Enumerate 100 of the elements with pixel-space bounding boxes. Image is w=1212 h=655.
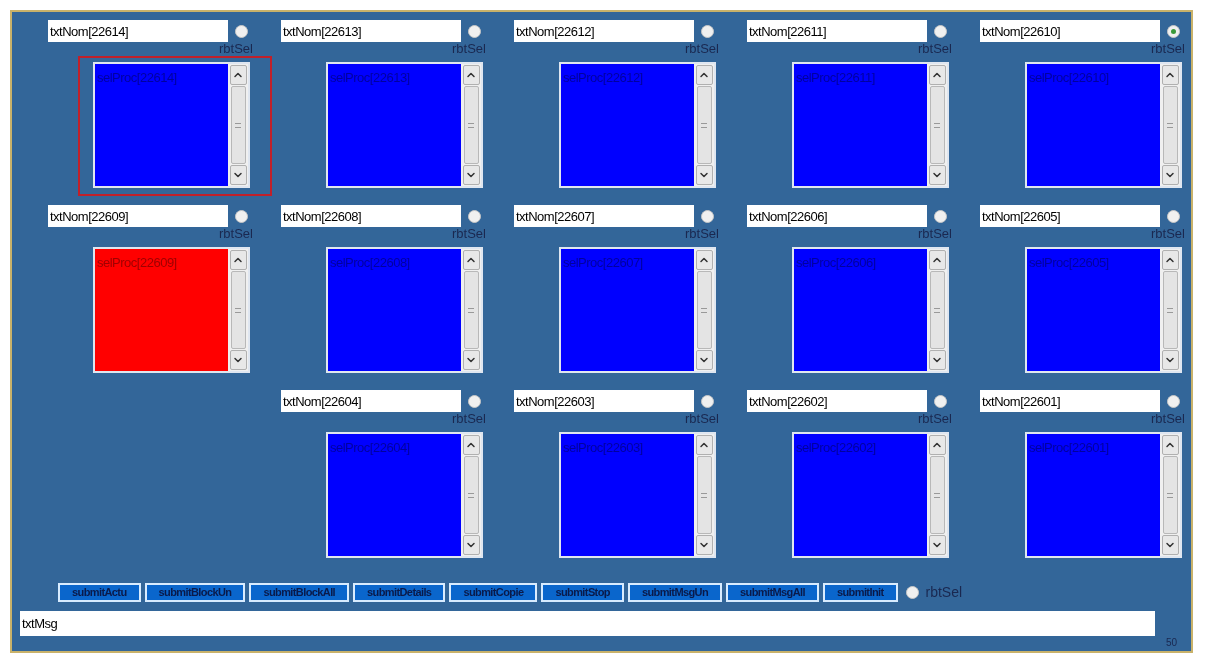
process-listbox[interactable]: selProc[22603]	[559, 432, 716, 558]
process-listbox[interactable]: selProc[22614]	[93, 62, 250, 188]
scroll-down-icon[interactable]	[928, 535, 946, 555]
scroll-up-icon[interactable]	[695, 250, 713, 270]
process-listbox[interactable]: selProc[22610]	[1025, 62, 1182, 188]
process-listbox[interactable]: selProc[22609]	[93, 247, 250, 373]
process-listbox[interactable]: selProc[22602]	[792, 432, 949, 558]
scroll-down-icon[interactable]	[462, 165, 480, 185]
scroll-up-icon[interactable]	[462, 65, 480, 85]
radio-button[interactable]	[701, 209, 714, 223]
scroll-thumb[interactable]	[463, 86, 479, 164]
name-field[interactable]: txtNom[22608]	[281, 205, 461, 227]
submit-button[interactable]: submitCopie	[449, 583, 538, 602]
scrollbar[interactable]	[1160, 434, 1180, 556]
scrollbar[interactable]	[1160, 64, 1180, 186]
scrollbar[interactable]	[228, 249, 248, 371]
scroll-thumb[interactable]	[230, 86, 246, 164]
scroll-thumb[interactable]	[463, 456, 479, 534]
radio-button[interactable]	[235, 24, 248, 38]
name-field[interactable]: txtNom[22611]	[747, 20, 927, 42]
name-field[interactable]: txtNom[22613]	[281, 20, 461, 42]
radio-button[interactable]	[1167, 209, 1180, 223]
scroll-thumb[interactable]	[929, 271, 945, 349]
scroll-down-icon[interactable]	[695, 535, 713, 555]
scroll-down-icon[interactable]	[695, 165, 713, 185]
radio-button[interactable]	[934, 394, 947, 408]
scroll-up-icon[interactable]	[229, 250, 247, 270]
scroll-down-icon[interactable]	[462, 535, 480, 555]
process-listbox[interactable]: selProc[22612]	[559, 62, 716, 188]
radio-button[interactable]	[1167, 24, 1180, 38]
name-field[interactable]: txtNom[22604]	[281, 390, 461, 412]
radio-button[interactable]	[468, 24, 481, 38]
name-field[interactable]: txtNom[22609]	[48, 205, 228, 227]
process-listbox[interactable]: selProc[22601]	[1025, 432, 1182, 558]
scrollbar[interactable]	[461, 64, 481, 186]
scroll-thumb[interactable]	[1162, 456, 1178, 534]
name-field[interactable]: txtNom[22612]	[514, 20, 694, 42]
process-listbox[interactable]: selProc[22604]	[326, 432, 483, 558]
submit-button[interactable]: submitStop	[541, 583, 624, 602]
process-listbox[interactable]: selProc[22608]	[326, 247, 483, 373]
scroll-thumb[interactable]	[230, 271, 246, 349]
scroll-up-icon[interactable]	[462, 250, 480, 270]
scroll-down-icon[interactable]	[928, 350, 946, 370]
scroll-thumb[interactable]	[929, 86, 945, 164]
scroll-up-icon[interactable]	[695, 435, 713, 455]
submit-button[interactable]: submitDetails	[353, 583, 446, 602]
radio-button[interactable]	[1167, 394, 1180, 408]
scroll-thumb[interactable]	[463, 271, 479, 349]
scrollbar[interactable]	[927, 249, 947, 371]
scroll-down-icon[interactable]	[229, 165, 247, 185]
scroll-down-icon[interactable]	[229, 350, 247, 370]
process-listbox[interactable]: selProc[22605]	[1025, 247, 1182, 373]
scroll-up-icon[interactable]	[1161, 65, 1179, 85]
scroll-thumb[interactable]	[696, 86, 712, 164]
name-field[interactable]: txtNom[22610]	[980, 20, 1160, 42]
submit-button[interactable]: submitBlockAll	[249, 583, 350, 602]
scroll-up-icon[interactable]	[1161, 435, 1179, 455]
scroll-down-icon[interactable]	[1161, 165, 1179, 185]
name-field[interactable]: txtNom[22602]	[747, 390, 927, 412]
scroll-thumb[interactable]	[696, 456, 712, 534]
submit-button[interactable]: submitInit	[822, 583, 898, 602]
scroll-up-icon[interactable]	[462, 435, 480, 455]
scrollbar[interactable]	[461, 434, 481, 556]
scrollbar[interactable]	[694, 64, 714, 186]
name-field[interactable]: txtNom[22614]	[48, 20, 228, 42]
scroll-up-icon[interactable]	[928, 65, 946, 85]
scroll-up-icon[interactable]	[928, 435, 946, 455]
scrollbar[interactable]	[694, 249, 714, 371]
scroll-down-icon[interactable]	[928, 165, 946, 185]
submit-button[interactable]: submitBlockUn	[144, 583, 246, 602]
process-listbox[interactable]: selProc[22613]	[326, 62, 483, 188]
name-field[interactable]: txtNom[22607]	[514, 205, 694, 227]
scrollbar[interactable]	[927, 434, 947, 556]
process-listbox[interactable]: selProc[22607]	[559, 247, 716, 373]
process-listbox[interactable]: selProc[22611]	[792, 62, 949, 188]
scroll-down-icon[interactable]	[462, 350, 480, 370]
scroll-thumb[interactable]	[1162, 271, 1178, 349]
scrollbar[interactable]	[228, 64, 248, 186]
radio-button[interactable]	[701, 394, 714, 408]
scrollbar[interactable]	[1160, 249, 1180, 371]
radio-button[interactable]	[468, 209, 481, 223]
scrollbar[interactable]	[461, 249, 481, 371]
scroll-down-icon[interactable]	[695, 350, 713, 370]
scroll-thumb[interactable]	[929, 456, 945, 534]
radio-button[interactable]	[235, 209, 248, 223]
message-field[interactable]: txtMsg	[20, 611, 1155, 636]
scroll-up-icon[interactable]	[928, 250, 946, 270]
scroll-thumb[interactable]	[1162, 86, 1178, 164]
radio-button[interactable]	[701, 24, 714, 38]
name-field[interactable]: txtNom[22605]	[980, 205, 1160, 227]
submit-button[interactable]: submitActu	[58, 583, 141, 602]
name-field[interactable]: txtNom[22606]	[747, 205, 927, 227]
radio-button[interactable]	[468, 394, 481, 408]
scrollbar[interactable]	[927, 64, 947, 186]
scrollbar[interactable]	[694, 434, 714, 556]
radio-button[interactable]	[934, 209, 947, 223]
name-field[interactable]: txtNom[22603]	[514, 390, 694, 412]
scroll-up-icon[interactable]	[229, 65, 247, 85]
radio-button[interactable]	[934, 24, 947, 38]
scroll-up-icon[interactable]	[695, 65, 713, 85]
